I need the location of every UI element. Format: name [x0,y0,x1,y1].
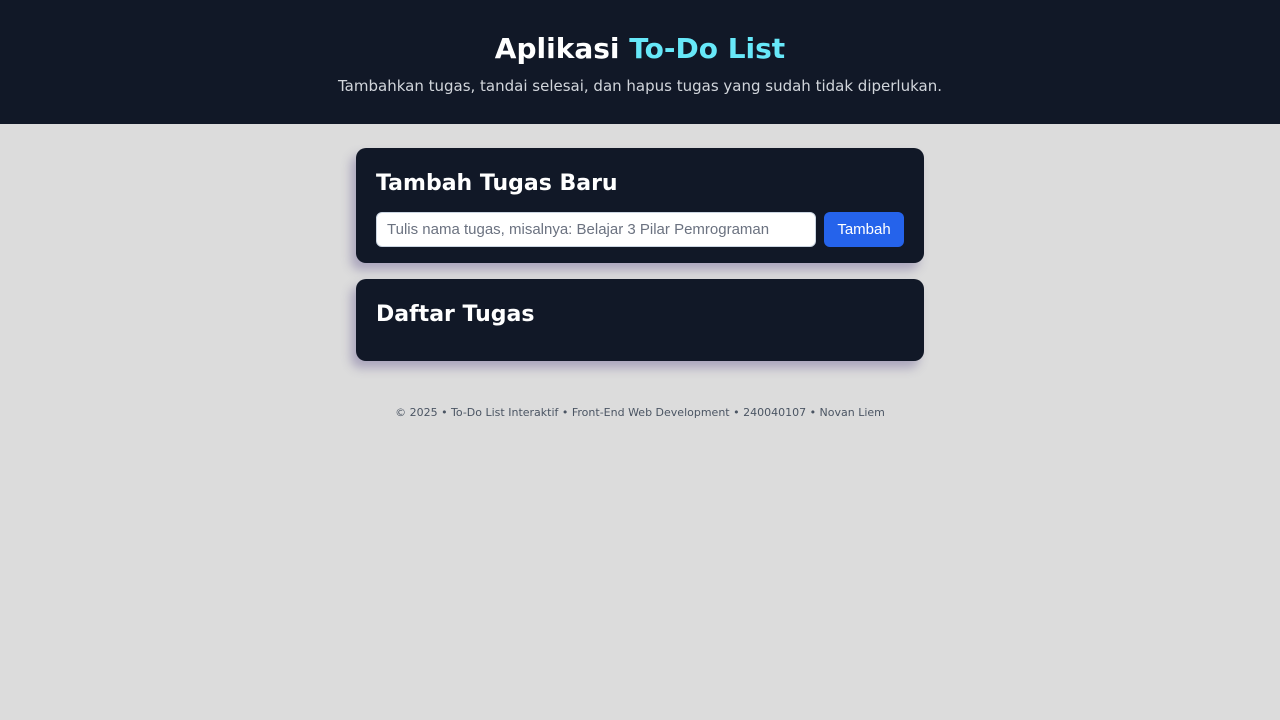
task-list-heading: Daftar Tugas [376,302,535,327]
add-task-card: Tambah Tugas Baru Tambah [356,148,924,263]
page-title: Aplikasi To-Do List [0,30,1280,68]
main-content: Tambah Tugas Baru Tambah Daftar Tugas © … [356,148,924,421]
add-task-form: Tambah [376,212,904,247]
page-footer: © 2025 • To-Do List Interaktif • Front-E… [395,406,885,419]
task-name-input[interactable] [376,212,816,247]
page-title-prefix: Aplikasi [494,32,620,65]
task-list-card: Daftar Tugas [356,279,924,361]
add-task-button[interactable]: Tambah [824,212,904,247]
page-title-accent: To-Do List [629,32,786,65]
add-task-heading: Tambah Tugas Baru [376,171,618,196]
app-header: Aplikasi To-Do List Tambahkan tugas, tan… [0,0,1280,124]
page-subtitle: Tambahkan tugas, tandai selesai, dan hap… [338,77,942,95]
